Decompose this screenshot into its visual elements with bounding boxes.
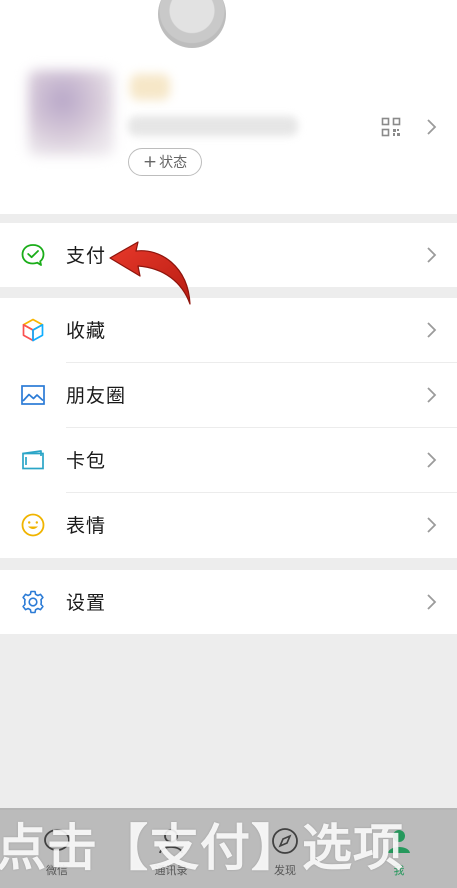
moments-picture-icon	[21, 385, 45, 405]
menu-label-stickers: 表情	[66, 515, 107, 537]
nickname-blurred	[130, 74, 170, 100]
features-group: 收藏 朋友圈 卡包 表情	[0, 298, 457, 558]
pay-group: 支付	[0, 223, 457, 287]
menu-item-cards[interactable]: 卡包	[0, 428, 457, 492]
menu-label-favorites: 收藏	[66, 320, 107, 342]
menu-item-settings[interactable]: 设置	[0, 570, 457, 634]
qr-code-icon[interactable]	[381, 117, 401, 137]
card-wallet-icon	[22, 450, 44, 470]
menu-item-moments[interactable]: 朋友圈	[0, 363, 457, 427]
plus-icon: +	[142, 151, 158, 172]
gear-icon	[22, 590, 44, 614]
add-status-button[interactable]: + 状态	[128, 148, 202, 176]
chevron-right-icon	[427, 119, 437, 135]
settings-group: 设置	[0, 570, 457, 634]
favorites-cube-icon	[22, 318, 44, 342]
wechat-id-blurred	[128, 116, 298, 136]
chevron-right-icon	[427, 322, 437, 338]
chevron-right-icon	[427, 594, 437, 610]
pull-down-indicator	[158, 0, 226, 48]
chevron-right-icon	[427, 517, 437, 533]
menu-label-moments: 朋友圈	[66, 385, 127, 407]
pay-icon	[21, 244, 45, 266]
smiley-icon	[21, 513, 45, 537]
status-label: 状态	[159, 155, 188, 171]
menu-label-cards: 卡包	[66, 450, 107, 472]
annotation-arrow	[109, 241, 191, 305]
menu-label-pay: 支付	[66, 245, 107, 267]
menu-item-stickers[interactable]: 表情	[0, 493, 457, 557]
avatar[interactable]	[28, 70, 114, 156]
chevron-right-icon	[427, 452, 437, 468]
menu-label-settings: 设置	[66, 592, 107, 614]
profile-card[interactable]: + 状态	[0, 0, 457, 214]
tutorial-caption: 点击【支付】选项	[0, 819, 404, 877]
chevron-right-icon	[427, 247, 437, 263]
chevron-right-icon	[427, 387, 437, 403]
menu-item-pay[interactable]: 支付	[0, 223, 457, 287]
menu-item-favorites[interactable]: 收藏	[0, 298, 457, 362]
